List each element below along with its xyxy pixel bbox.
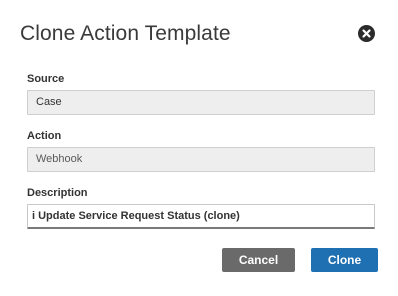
close-icon[interactable] [358,25,375,42]
dialog-title: Clone Action Template [20,22,231,45]
source-label: Source [27,73,65,85]
cancel-button[interactable]: Cancel [222,248,295,272]
action-field: Webhook [27,147,375,172]
description-input[interactable]: i Update Service Request Status (clone) [27,204,375,229]
description-label: Description [27,187,88,199]
close-x-glyph [362,29,371,38]
clone-action-template-dialog: Clone Action Template Source Case Action… [0,0,398,296]
action-label: Action [27,130,62,142]
source-field: Case [27,90,375,115]
clone-button[interactable]: Clone [311,248,378,272]
